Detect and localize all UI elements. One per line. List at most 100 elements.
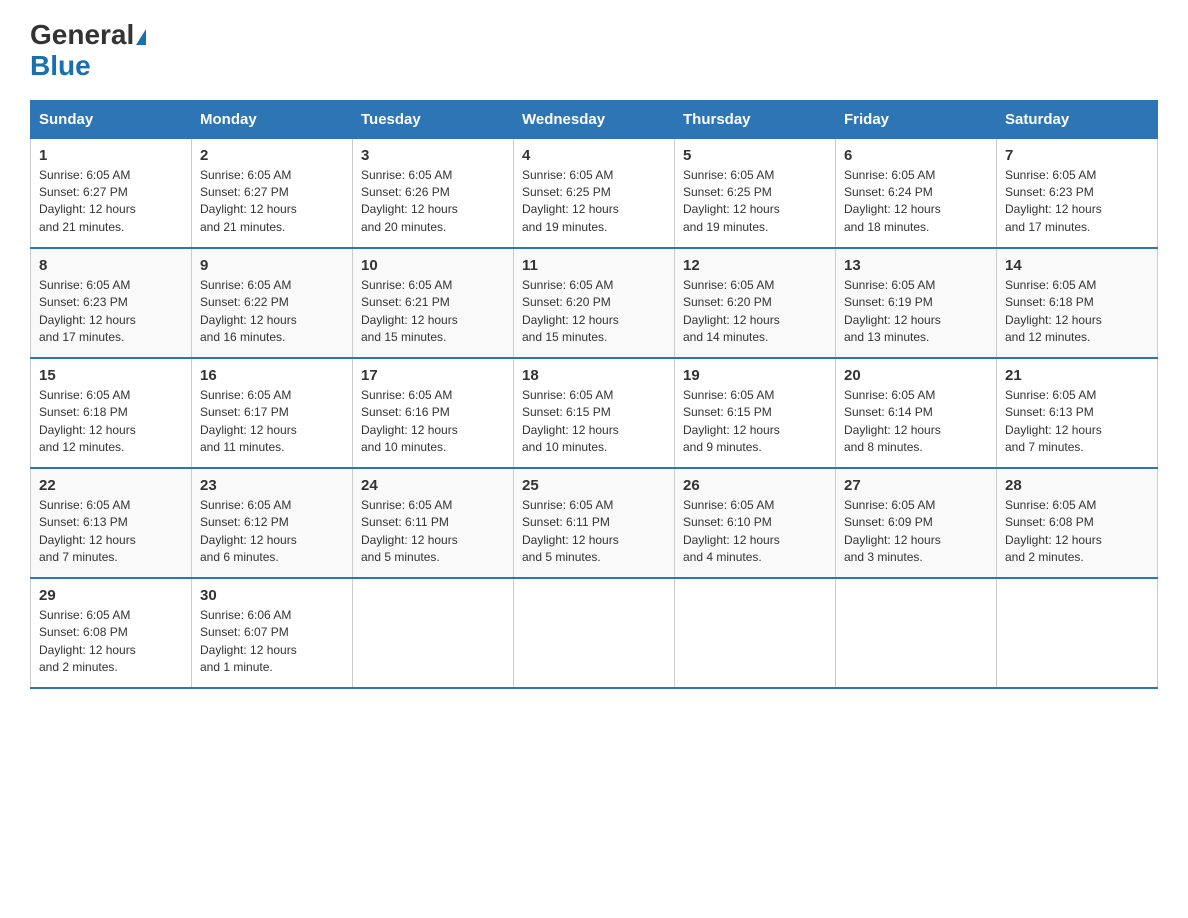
calendar-cell: 16Sunrise: 6:05 AMSunset: 6:17 PMDayligh… [192, 358, 353, 468]
day-info: Sunrise: 6:05 AMSunset: 6:20 PMDaylight:… [522, 277, 666, 347]
calendar-cell: 6 Sunrise: 6:05 AMSunset: 6:24 PMDaylight… [836, 138, 997, 248]
day-number: 27 [844, 477, 988, 494]
weekday-header-row: Sunday Monday Tuesday Wednesday Thursday… [31, 100, 1158, 138]
day-number: 6 [844, 147, 988, 164]
day-info: Sunrise: 6:05 AMSunset: 6:20 PMDaylight:… [683, 277, 827, 347]
day-number: 30 [200, 587, 344, 604]
calendar-cell: 4 Sunrise: 6:05 AMSunset: 6:25 PMDaylight… [514, 138, 675, 248]
day-number: 2 [200, 147, 344, 164]
day-number: 18 [522, 367, 666, 384]
day-info: Sunrise: 6:05 AMSunset: 6:08 PMDaylight:… [1005, 497, 1149, 567]
calendar-week-row: 1 Sunrise: 6:05 AMSunset: 6:27 PMDaylight… [31, 138, 1158, 248]
day-number: 12 [683, 257, 827, 274]
day-info: Sunrise: 6:05 AMSunset: 6:16 PMDaylight:… [361, 387, 505, 457]
calendar-cell: 3 Sunrise: 6:05 AMSunset: 6:26 PMDaylight… [353, 138, 514, 248]
calendar-cell [997, 578, 1158, 688]
calendar-cell: 23Sunrise: 6:05 AMSunset: 6:12 PMDayligh… [192, 468, 353, 578]
day-number: 9 [200, 257, 344, 274]
day-info: Sunrise: 6:06 AMSunset: 6:07 PMDaylight:… [200, 607, 344, 677]
day-number: 15 [39, 367, 183, 384]
day-number: 13 [844, 257, 988, 274]
calendar-week-row: 8Sunrise: 6:05 AMSunset: 6:23 PMDaylight… [31, 248, 1158, 358]
day-number: 28 [1005, 477, 1149, 494]
calendar-cell: 20 Sunrise: 6:05 AMSunset: 6:14 PMDayligh… [836, 358, 997, 468]
calendar-cell: 18 Sunrise: 6:05 AMSunset: 6:15 PMDayligh… [514, 358, 675, 468]
calendar-cell [514, 578, 675, 688]
calendar-cell: 7 Sunrise: 6:05 AMSunset: 6:23 PMDaylight… [997, 138, 1158, 248]
calendar-week-row: 22 Sunrise: 6:05 AMSunset: 6:13 PMDayligh… [31, 468, 1158, 578]
day-info: Sunrise: 6:05 AMSunset: 6:27 PMDaylight:… [200, 167, 344, 237]
calendar-cell: 21 Sunrise: 6:05 AMSunset: 6:13 PMDayligh… [997, 358, 1158, 468]
day-info: Sunrise: 6:05 AMSunset: 6:13 PMDaylight:… [1005, 387, 1149, 457]
day-number: 10 [361, 257, 505, 274]
calendar-cell: 8Sunrise: 6:05 AMSunset: 6:23 PMDaylight… [31, 248, 192, 358]
day-info: Sunrise: 6:05 AMSunset: 6:13 PMDaylight:… [39, 497, 183, 567]
day-number: 7 [1005, 147, 1149, 164]
header-monday: Monday [192, 100, 353, 138]
calendar-cell: 30 Sunrise: 6:06 AMSunset: 6:07 PMDayligh… [192, 578, 353, 688]
day-info: Sunrise: 6:05 AMSunset: 6:27 PMDaylight:… [39, 167, 183, 237]
calendar-cell: 27 Sunrise: 6:05 AMSunset: 6:09 PMDayligh… [836, 468, 997, 578]
header-thursday: Thursday [675, 100, 836, 138]
day-info: Sunrise: 6:05 AMSunset: 6:08 PMDaylight:… [39, 607, 183, 677]
day-info: Sunrise: 6:05 AMSunset: 6:15 PMDaylight:… [683, 387, 827, 457]
calendar-cell: 19 Sunrise: 6:05 AMSunset: 6:15 PMDayligh… [675, 358, 836, 468]
day-number: 22 [39, 477, 183, 494]
calendar-cell: 12 Sunrise: 6:05 AMSunset: 6:20 PMDayligh… [675, 248, 836, 358]
calendar-cell: 14 Sunrise: 6:05 AMSunset: 6:18 PMDayligh… [997, 248, 1158, 358]
calendar-cell: 29 Sunrise: 6:05 AMSunset: 6:08 PMDayligh… [31, 578, 192, 688]
calendar-cell: 25 Sunrise: 6:05 AMSunset: 6:11 PMDayligh… [514, 468, 675, 578]
day-number: 26 [683, 477, 827, 494]
calendar-cell: 1 Sunrise: 6:05 AMSunset: 6:27 PMDaylight… [31, 138, 192, 248]
day-info: Sunrise: 6:05 AMSunset: 6:26 PMDaylight:… [361, 167, 505, 237]
day-number: 14 [1005, 257, 1149, 274]
day-number: 11 [522, 257, 666, 274]
day-number: 1 [39, 147, 183, 164]
header-friday: Friday [836, 100, 997, 138]
header-wednesday: Wednesday [514, 100, 675, 138]
day-number: 3 [361, 147, 505, 164]
calendar-cell: 2 Sunrise: 6:05 AMSunset: 6:27 PMDaylight… [192, 138, 353, 248]
day-number: 29 [39, 587, 183, 604]
logo-line1: General [30, 20, 146, 51]
page-header: General Blue [30, 20, 1158, 82]
day-number: 16 [200, 367, 344, 384]
day-info: Sunrise: 6:05 AMSunset: 6:18 PMDaylight:… [39, 387, 183, 457]
calendar-cell: 5 Sunrise: 6:05 AMSunset: 6:25 PMDaylight… [675, 138, 836, 248]
day-number: 19 [683, 367, 827, 384]
calendar-cell: 10 Sunrise: 6:05 AMSunset: 6:21 PMDayligh… [353, 248, 514, 358]
day-info: Sunrise: 6:05 AMSunset: 6:10 PMDaylight:… [683, 497, 827, 567]
calendar-cell: 24 Sunrise: 6:05 AMSunset: 6:11 PMDayligh… [353, 468, 514, 578]
day-info: Sunrise: 6:05 AMSunset: 6:15 PMDaylight:… [522, 387, 666, 457]
calendar-week-row: 29 Sunrise: 6:05 AMSunset: 6:08 PMDayligh… [31, 578, 1158, 688]
day-number: 8 [39, 257, 183, 274]
calendar-cell: 22 Sunrise: 6:05 AMSunset: 6:13 PMDayligh… [31, 468, 192, 578]
day-info: Sunrise: 6:05 AMSunset: 6:19 PMDaylight:… [844, 277, 988, 347]
day-info: Sunrise: 6:05 AMSunset: 6:25 PMDaylight:… [683, 167, 827, 237]
calendar-cell [836, 578, 997, 688]
day-info: Sunrise: 6:05 AMSunset: 6:23 PMDaylight:… [1005, 167, 1149, 237]
calendar-week-row: 15 Sunrise: 6:05 AMSunset: 6:18 PMDayligh… [31, 358, 1158, 468]
day-number: 21 [1005, 367, 1149, 384]
calendar-cell: 15 Sunrise: 6:05 AMSunset: 6:18 PMDayligh… [31, 358, 192, 468]
day-info: Sunrise: 6:05 AMSunset: 6:11 PMDaylight:… [361, 497, 505, 567]
day-number: 23 [200, 477, 344, 494]
day-number: 24 [361, 477, 505, 494]
calendar-cell [675, 578, 836, 688]
header-tuesday: Tuesday [353, 100, 514, 138]
day-number: 4 [522, 147, 666, 164]
day-info: Sunrise: 6:05 AMSunset: 6:18 PMDaylight:… [1005, 277, 1149, 347]
day-number: 17 [361, 367, 505, 384]
day-number: 5 [683, 147, 827, 164]
day-info: Sunrise: 6:05 AMSunset: 6:14 PMDaylight:… [844, 387, 988, 457]
day-info: Sunrise: 6:05 AMSunset: 6:24 PMDaylight:… [844, 167, 988, 237]
logo: General Blue [30, 20, 146, 82]
day-number: 25 [522, 477, 666, 494]
day-info: Sunrise: 6:05 AMSunset: 6:21 PMDaylight:… [361, 277, 505, 347]
calendar-cell: 9Sunrise: 6:05 AMSunset: 6:22 PMDaylight… [192, 248, 353, 358]
day-number: 20 [844, 367, 988, 384]
calendar-cell: 17 Sunrise: 6:05 AMSunset: 6:16 PMDayligh… [353, 358, 514, 468]
day-info: Sunrise: 6:05 AMSunset: 6:11 PMDaylight:… [522, 497, 666, 567]
day-info: Sunrise: 6:05 AMSunset: 6:09 PMDaylight:… [844, 497, 988, 567]
day-info: Sunrise: 6:05 AMSunset: 6:25 PMDaylight:… [522, 167, 666, 237]
